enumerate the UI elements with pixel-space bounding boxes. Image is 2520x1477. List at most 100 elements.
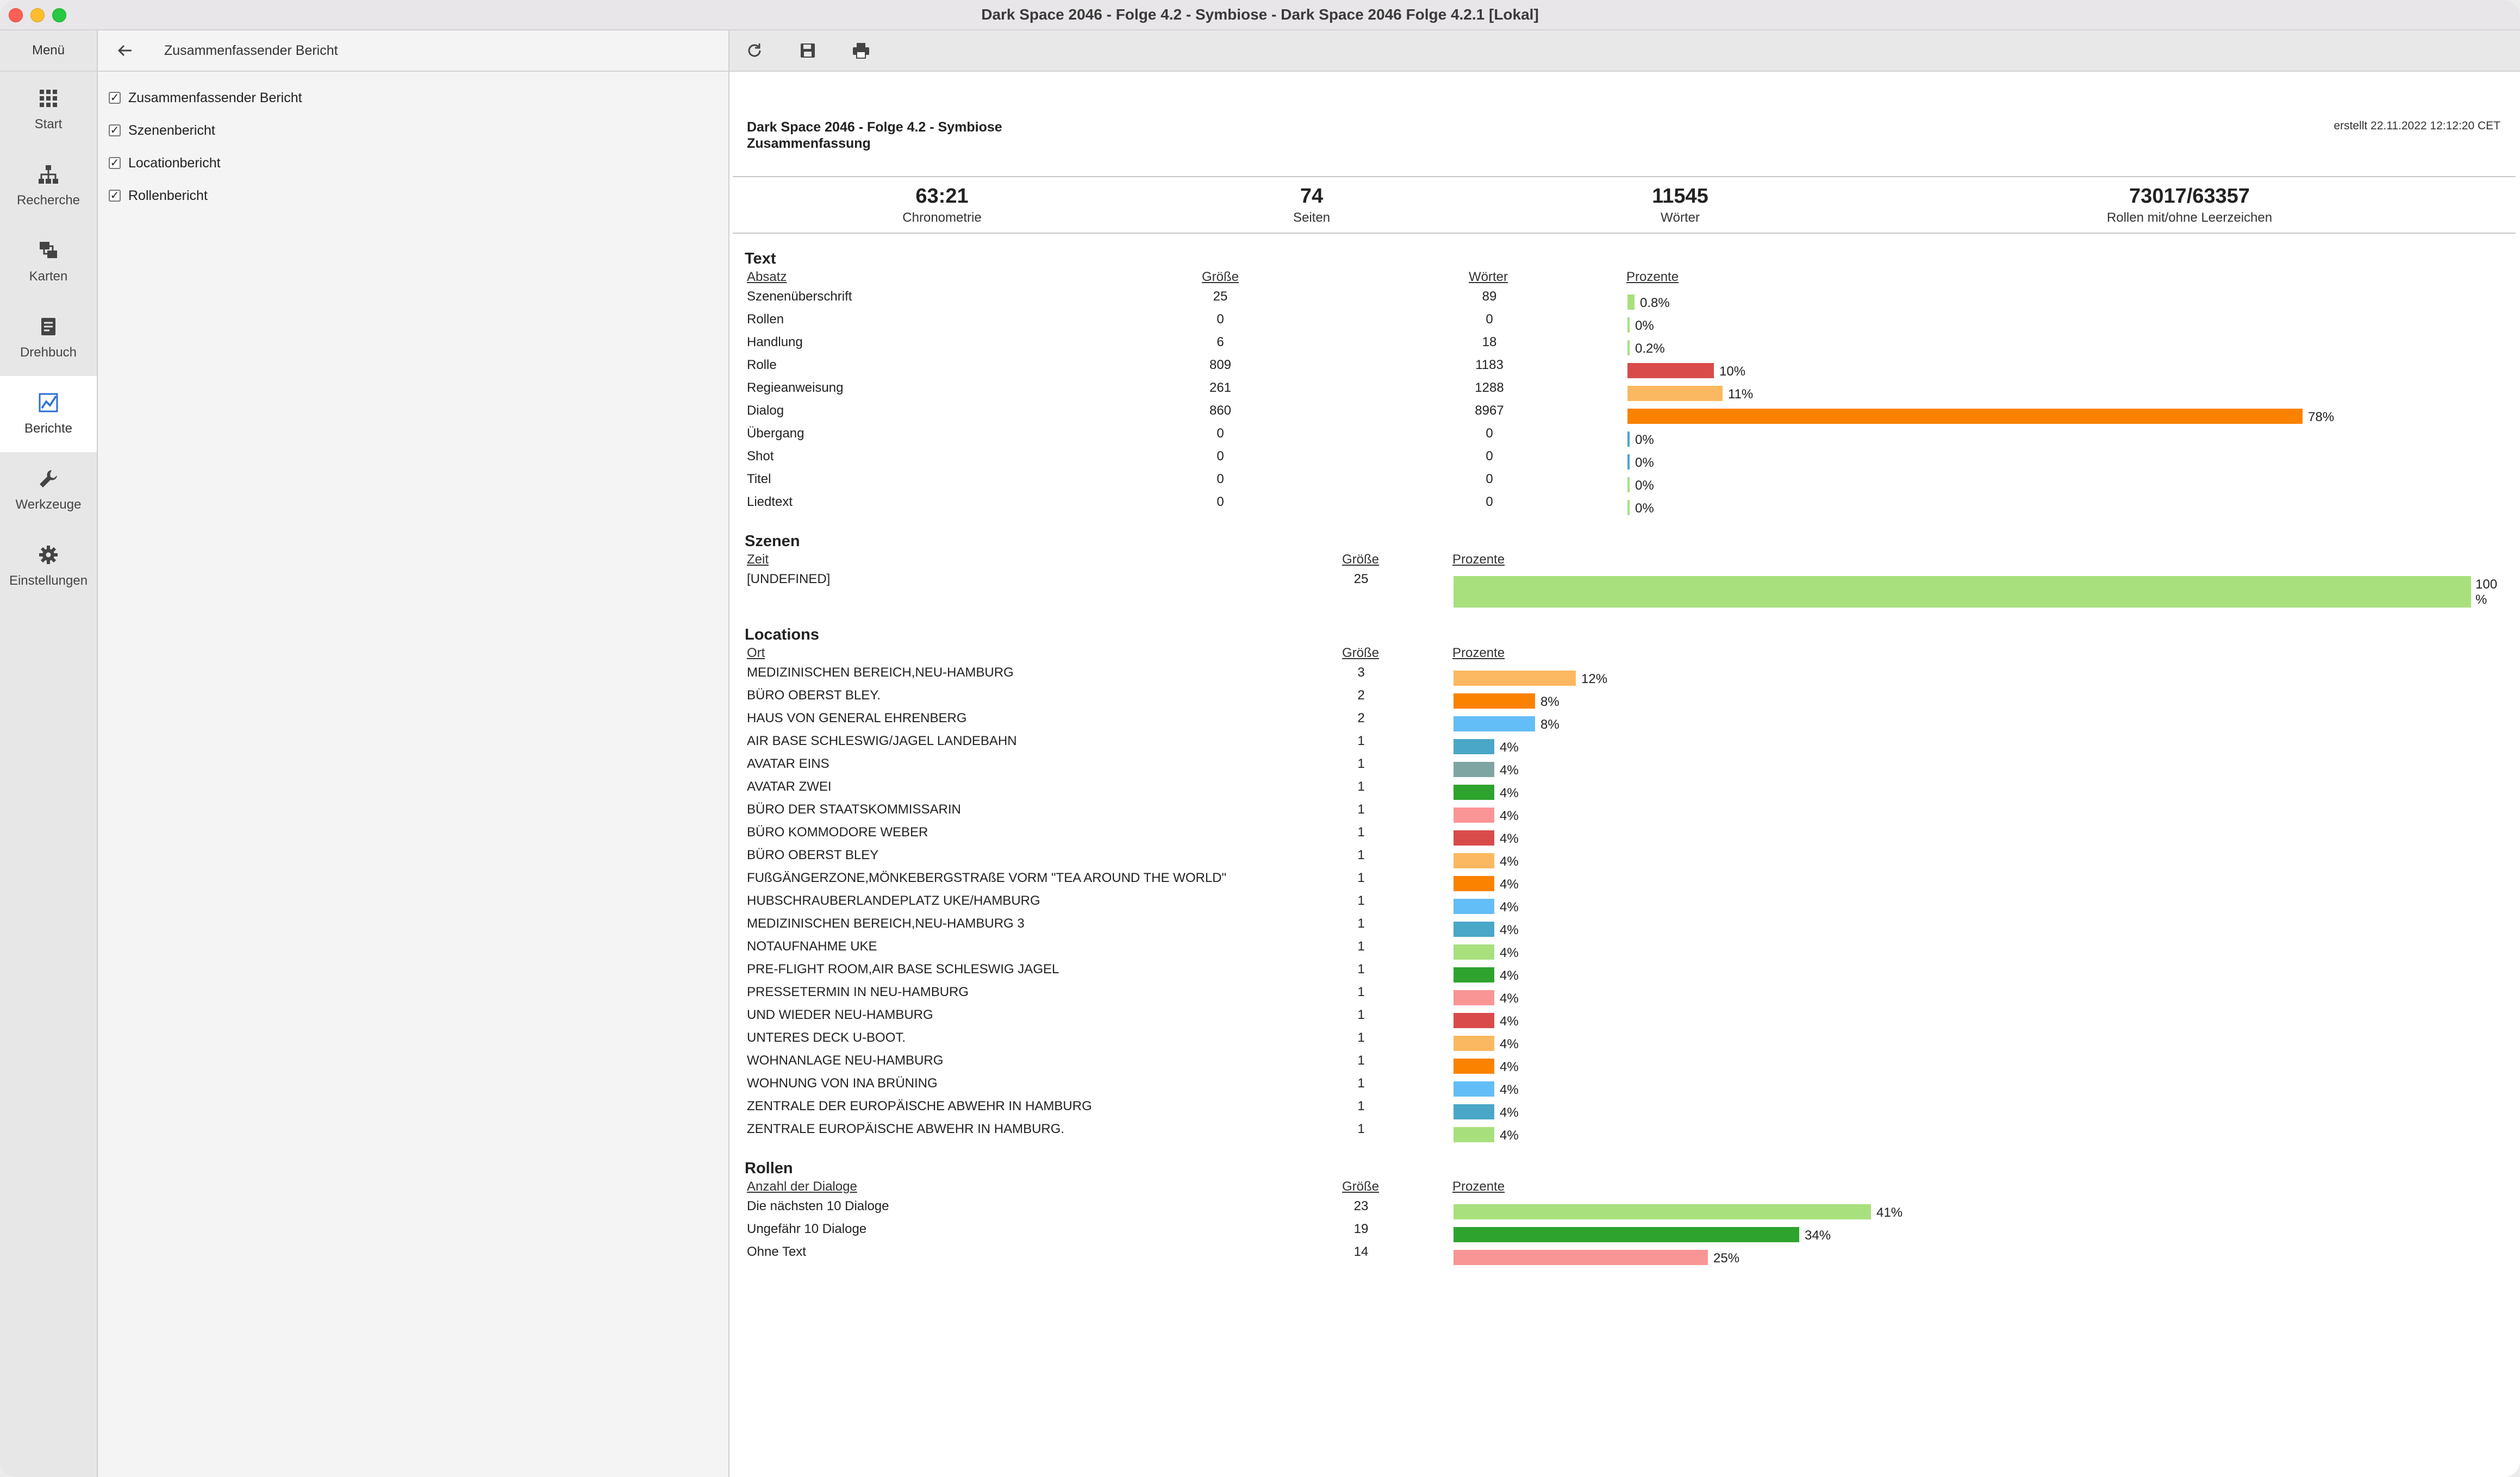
stat-value: 11545 bbox=[1652, 185, 1708, 208]
report-checkbox-row[interactable]: ✓ Locationbericht bbox=[98, 147, 728, 179]
table-row-size: 809 bbox=[1209, 358, 1232, 372]
table-row-label: Regieanweisung bbox=[747, 380, 844, 395]
checkbox[interactable]: ✓ bbox=[109, 157, 121, 169]
table-row-words: 89 bbox=[1482, 289, 1497, 304]
chart-icon bbox=[39, 393, 58, 412]
percent-label: 4% bbox=[1500, 877, 1519, 892]
table-row-label: FUßGÄNGERZONE,MÖNKEBERGSTRAßE VORM "TEA … bbox=[747, 871, 1227, 885]
stat-value: 74 bbox=[1300, 185, 1324, 208]
percent-bar bbox=[1454, 1036, 1494, 1051]
menu-button[interactable]: Menü bbox=[0, 30, 97, 72]
save-icon[interactable] bbox=[798, 41, 818, 60]
percent-bar bbox=[1454, 990, 1494, 1005]
checkbox-label: Szenenbericht bbox=[128, 122, 215, 138]
zoom-window-button[interactable] bbox=[52, 8, 66, 22]
table-row-words: 0 bbox=[1486, 312, 1493, 327]
title-bar: Dark Space 2046 - Folge 4.2 - Symbiose -… bbox=[0, 0, 2520, 30]
percent-label: 4% bbox=[1500, 1037, 1519, 1052]
refresh-icon[interactable] bbox=[745, 41, 764, 60]
table-row-size: 1 bbox=[1357, 848, 1365, 862]
checkbox[interactable]: ✓ bbox=[109, 190, 121, 202]
percent-label: 4% bbox=[1500, 968, 1519, 983]
percent-bar bbox=[1454, 693, 1535, 709]
report-checkbox-row[interactable]: ✓ Szenenbericht bbox=[98, 114, 728, 147]
report-checkbox-row[interactable]: ✓ Zusammenfassender Bericht bbox=[98, 82, 728, 114]
print-icon[interactable] bbox=[851, 41, 871, 60]
close-window-button[interactable] bbox=[9, 8, 23, 22]
app-window: Dark Space 2046 - Folge 4.2 - Symbiose -… bbox=[0, 0, 2520, 1477]
percent-label: 4% bbox=[1500, 1105, 1519, 1120]
nav-item-werkzeuge[interactable]: Werkzeuge bbox=[0, 452, 97, 528]
table-row-words: 0 bbox=[1486, 426, 1493, 441]
report-checkbox-row[interactable]: ✓ Rollenbericht bbox=[98, 179, 728, 212]
table-row-words: 0 bbox=[1486, 449, 1493, 464]
checkbox[interactable]: ✓ bbox=[109, 92, 121, 104]
table-row-label: HAUS VON GENERAL EHRENBERG bbox=[747, 711, 967, 725]
checkbox[interactable]: ✓ bbox=[109, 124, 121, 136]
table-row-size: 1 bbox=[1357, 825, 1365, 840]
table-row-size: 25 bbox=[1213, 289, 1228, 304]
report-subtitle: Zusammenfassung bbox=[747, 136, 871, 151]
checkbox-label: Locationbericht bbox=[128, 155, 221, 171]
col-header-prozente: Prozente bbox=[1452, 646, 1505, 660]
table-row-words: 0 bbox=[1486, 495, 1493, 509]
col-header-groesse: Größe bbox=[1342, 552, 1380, 567]
table-row-words: 1183 bbox=[1475, 358, 1504, 372]
section-heading-szenen: Szenen bbox=[745, 533, 800, 550]
table-row-size: 0 bbox=[1217, 449, 1224, 464]
table-row-size: 1 bbox=[1357, 1007, 1365, 1022]
percent-bar bbox=[1454, 808, 1494, 823]
nav-item-label: Start bbox=[34, 117, 63, 132]
arrow-left-icon[interactable] bbox=[114, 40, 136, 61]
percent-label: 12% bbox=[1581, 672, 1608, 686]
nav-item-start[interactable]: Start bbox=[0, 72, 97, 148]
nav-item-label: Werkzeuge bbox=[15, 497, 82, 512]
table-row-label: AVATAR ZWEI bbox=[747, 779, 832, 794]
col-header-absatz: Absatz bbox=[747, 270, 787, 284]
created-timestamp: erstellt 22.11.2022 12:12:20 CET bbox=[2334, 120, 2500, 132]
minimize-window-button[interactable] bbox=[30, 8, 45, 22]
table-row-size: 1 bbox=[1357, 916, 1365, 931]
percent-bar bbox=[1454, 899, 1494, 914]
table-row-size: 1 bbox=[1357, 756, 1365, 771]
nav-item-recherche[interactable]: Recherche bbox=[0, 148, 97, 224]
nav-item-drehbuch[interactable]: Drehbuch bbox=[0, 300, 97, 376]
table-row-label: BÜRO OBERST BLEY bbox=[747, 848, 879, 862]
table-row-size: 6 bbox=[1217, 335, 1224, 349]
table-row-label: [UNDEFINED] bbox=[747, 572, 831, 586]
percent-label: 8% bbox=[1540, 694, 1560, 709]
nav-item-einstellungen[interactable]: Einstellungen bbox=[0, 528, 97, 604]
table-row-label: ZENTRALE EUROPÄISCHE ABWEHR IN HAMBURG. bbox=[747, 1122, 1065, 1136]
table-row-label: Shot bbox=[747, 449, 774, 464]
table-row-size: 1 bbox=[1357, 871, 1365, 885]
table-row-label: Übergang bbox=[747, 426, 804, 441]
percent-label: 4% bbox=[1500, 900, 1519, 915]
stat-label: Seiten bbox=[1293, 210, 1331, 225]
percent-bar bbox=[1454, 922, 1494, 937]
table-row-label: Handlung bbox=[747, 335, 803, 349]
nav-item-label: Recherche bbox=[16, 193, 80, 208]
percent-label: 25% bbox=[1713, 1251, 1740, 1266]
nav-item-karten[interactable]: Karten bbox=[0, 224, 97, 300]
table-row-label: HUBSCHRAUBERLANDEPLATZ UKE/HAMBURG bbox=[747, 893, 1040, 908]
table-row-size: 2 bbox=[1357, 711, 1365, 725]
percent-bar bbox=[1454, 785, 1494, 800]
stat-rollen: 73017/63357 Rollen mit/ohne Leerzeichen bbox=[2081, 177, 2298, 226]
percent-label: 78% bbox=[2308, 410, 2335, 424]
col-header-prozente: Prozente bbox=[1452, 552, 1505, 567]
percent-bar bbox=[1454, 1104, 1494, 1119]
percent-bar bbox=[1454, 762, 1494, 777]
col-header-zeit: Zeit bbox=[747, 552, 769, 567]
percent-label: 0% bbox=[1635, 455, 1654, 470]
percent-label: 0.8% bbox=[1640, 296, 1670, 310]
nav-item-berichte[interactable]: Berichte bbox=[0, 376, 97, 452]
percent-label: 8% bbox=[1540, 717, 1560, 732]
table-row-size: 25 bbox=[1353, 572, 1369, 586]
table-row-label: WOHNANLAGE NEU-HAMBURG bbox=[747, 1053, 944, 1068]
window-title: Dark Space 2046 - Folge 4.2 - Symbiose -… bbox=[981, 6, 1539, 23]
percent-bar bbox=[1627, 431, 1630, 447]
nav-item-label: Einstellungen bbox=[9, 573, 88, 588]
col-header-prozente: Prozente bbox=[1626, 270, 1679, 284]
table-row-size: 1 bbox=[1357, 779, 1365, 794]
col-header-groesse: Größe bbox=[1342, 646, 1380, 660]
